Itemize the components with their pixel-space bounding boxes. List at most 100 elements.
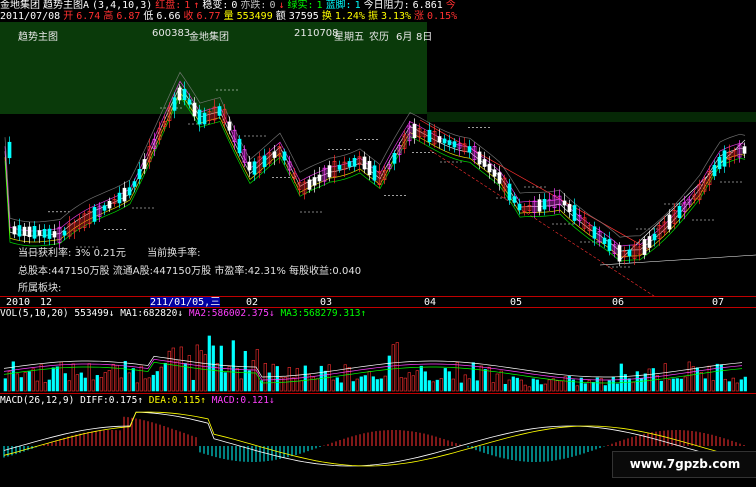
candle-body — [197, 109, 202, 125]
candle-body — [117, 192, 122, 204]
volume-bar — [427, 380, 431, 392]
volume-bar — [119, 377, 123, 392]
vol-name: VOL — [0, 308, 18, 319]
candle-body — [492, 169, 497, 177]
volume-bar — [447, 371, 451, 392]
volume-bar — [159, 366, 163, 392]
volume-bar — [31, 368, 35, 392]
candle-body — [217, 106, 222, 116]
volume-bar — [551, 378, 555, 392]
volume-bar — [143, 378, 147, 392]
volume-bar — [419, 365, 423, 392]
amplitude-value: 3.13% — [380, 11, 412, 22]
volume-bar — [59, 361, 63, 392]
macd-header: MACD(26,12,9) DIFF:0.175↑ DEA:0.115↑ MAC… — [0, 395, 275, 406]
candle-body — [307, 179, 312, 190]
volume-header: VOL(5,10,20) 553499↓ MA1:682820↓ MA2:586… — [0, 308, 366, 319]
volume-bar — [731, 377, 735, 392]
volume-bar — [643, 373, 647, 392]
volume-bar — [455, 362, 459, 392]
candle-body — [652, 233, 657, 241]
volume-bar — [435, 379, 439, 392]
volume-bar — [331, 379, 335, 392]
amount-value: 37595 — [288, 11, 319, 22]
indicator-name[interactable]: 趋势主图A — [43, 0, 89, 11]
volume-bar — [699, 372, 703, 392]
candle-body — [372, 165, 377, 181]
volume-bar — [239, 378, 243, 392]
candle-body — [22, 226, 27, 236]
change-label: 涨 — [414, 11, 425, 22]
volume-bar — [599, 378, 603, 392]
candle-body — [177, 87, 182, 101]
volume-bar — [507, 379, 511, 392]
volume-bar — [55, 366, 59, 392]
volume-bar — [655, 375, 659, 392]
volume-bar — [107, 370, 111, 392]
info-line-2: 总股本:447150万股 流通A股:447150万股 市盈率:42.31% 每股… — [18, 262, 361, 277]
volume-bar — [211, 345, 215, 392]
volume-bar — [155, 371, 159, 392]
candle-body — [567, 204, 572, 212]
volume-bar — [511, 376, 515, 392]
volume-bar — [615, 383, 619, 392]
volume-bar — [439, 378, 443, 392]
volume-bar — [11, 361, 15, 392]
candle-body — [437, 136, 442, 143]
dieting-value: 0 — [269, 0, 276, 11]
candle-body — [192, 102, 197, 117]
candle-body — [482, 159, 487, 167]
volume-bar — [323, 370, 327, 392]
candle-body — [717, 156, 722, 170]
volume-chart[interactable] — [0, 319, 756, 392]
candle-body — [647, 236, 652, 248]
high-value: 6.87 — [116, 11, 141, 22]
stock-name: 金地集团 — [0, 0, 40, 11]
ma2-value: 586002.375 — [211, 308, 269, 319]
candle-body — [52, 231, 57, 238]
volume-bar — [299, 380, 303, 392]
low-label: 低 — [143, 11, 154, 22]
lvshi-label: 绿实: — [287, 0, 314, 11]
volume-bar — [515, 377, 519, 392]
volume-bar — [607, 380, 611, 392]
volume-bar — [43, 382, 47, 392]
volume-bar — [631, 381, 635, 392]
volume-bar — [203, 354, 207, 392]
volume-bar — [23, 372, 27, 392]
extra-label: 今 — [445, 0, 456, 11]
candle-body — [367, 160, 372, 176]
volume-bar — [459, 382, 463, 392]
ma3-up-arrow-icon: ↑ — [360, 308, 367, 319]
low-value: 6.66 — [156, 11, 181, 22]
candle-body — [452, 141, 457, 148]
candle-body — [537, 199, 542, 212]
biandong-value: 0 — [231, 0, 238, 11]
volume-bar — [723, 378, 727, 392]
candle-body — [132, 181, 137, 187]
volume-bar — [483, 369, 487, 392]
volume-bar — [471, 362, 475, 392]
dea-up-arrow-icon: ↑ — [200, 395, 207, 406]
moving-average-line — [4, 80, 746, 247]
eps-label: 每股收益: — [289, 266, 333, 277]
moving-average-line — [4, 71, 746, 238]
volume-bar — [499, 370, 503, 392]
volume-bar — [227, 366, 231, 392]
candle-body — [412, 123, 417, 139]
volume-bar — [147, 377, 151, 392]
hongpan-value: 1 — [184, 0, 191, 11]
candle-body — [497, 172, 502, 184]
ma2-down-arrow-icon: ↓ — [268, 308, 275, 319]
volume-bar — [39, 364, 43, 392]
volume-bar — [199, 350, 203, 392]
candle-body — [347, 161, 352, 167]
volume-bar — [503, 383, 507, 392]
diff-up-arrow-icon: ↑ — [137, 395, 144, 406]
volume-bar — [743, 376, 747, 392]
candle-body — [592, 226, 597, 239]
candle-body — [137, 169, 142, 179]
candle-body — [442, 138, 447, 144]
candle-body — [467, 146, 472, 153]
candle-body — [252, 161, 257, 175]
